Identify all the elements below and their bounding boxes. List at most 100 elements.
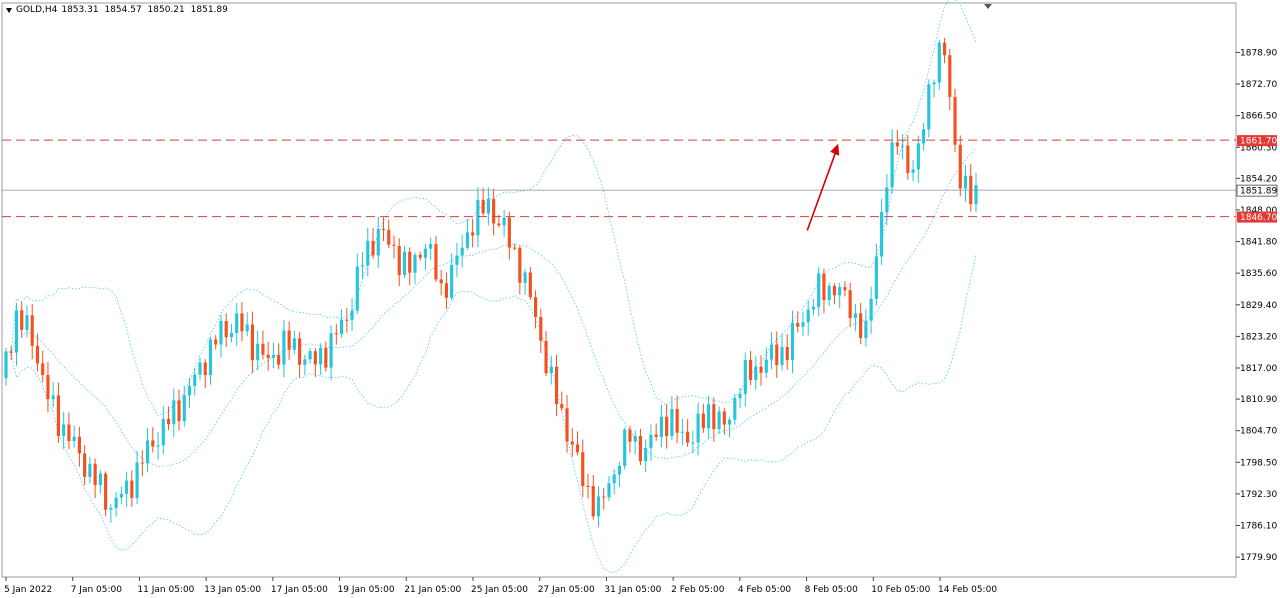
candle-bull <box>256 343 260 361</box>
y-tick-label: 1841.80 <box>1240 238 1277 248</box>
candle-bear <box>35 345 40 364</box>
candle-bear <box>602 496 606 498</box>
candle-bear <box>675 408 679 433</box>
candle-bear <box>224 320 228 338</box>
candle-bull <box>114 497 118 508</box>
candle-bull <box>623 429 627 466</box>
candle-bull <box>182 395 186 422</box>
candle-bear <box>665 416 669 437</box>
candle-bear <box>130 480 134 498</box>
candle-bull <box>596 496 601 517</box>
candle-bear <box>539 317 543 341</box>
candle-bear <box>104 473 108 510</box>
candle-bull <box>890 142 894 188</box>
candle-bear <box>345 319 349 321</box>
candle-bear <box>638 435 643 462</box>
candle-bear <box>507 217 511 248</box>
current-price-label: 1851.89 <box>1240 187 1277 197</box>
candle-bull <box>172 400 176 425</box>
candle-bull <box>691 442 695 444</box>
candle-bear <box>324 347 328 368</box>
y-tick-label: 1817.00 <box>1240 364 1277 374</box>
candle-bull <box>476 199 480 236</box>
candle-bear <box>298 338 302 365</box>
y-tick-label: 1804.70 <box>1240 427 1277 437</box>
candle-bear <box>214 339 218 345</box>
candle-bull <box>303 359 307 365</box>
candle-bear <box>9 351 13 353</box>
y-tick-label: 1786.10 <box>1240 522 1277 532</box>
candle-bull <box>707 404 711 429</box>
candle-bull <box>282 330 286 365</box>
x-tick-label: 4 Feb 05:00 <box>738 585 792 595</box>
candle-bear <box>513 247 517 249</box>
candle-bull <box>738 393 742 399</box>
candle-bull <box>460 247 464 256</box>
candle-bear <box>712 404 716 430</box>
candle-bull <box>245 324 249 332</box>
candle-bear <box>203 362 207 376</box>
candle-bear <box>722 411 726 425</box>
candle-bull <box>329 333 333 368</box>
candle-bull <box>649 434 653 449</box>
bollinger-middle-band <box>5 147 977 468</box>
candle-bull <box>366 240 370 266</box>
candle-bull <box>109 507 113 510</box>
candle-bear <box>140 462 144 464</box>
candle-bear <box>591 486 595 517</box>
price-chart[interactable]: 1878.901872.701866.501860.301854.201848.… <box>0 0 1280 598</box>
candle-bull <box>801 322 805 327</box>
candle-bear <box>492 198 496 224</box>
x-tick-label: 7 Jan 05:00 <box>71 585 123 595</box>
candle-bear <box>287 330 291 350</box>
candle-bull <box>754 366 758 381</box>
candle-bear <box>775 344 779 366</box>
candle-bull <box>455 255 459 265</box>
candle-bear <box>843 287 847 291</box>
candle-bear <box>77 436 81 454</box>
candle-bull <box>502 217 506 226</box>
y-tick-label: 1798.50 <box>1240 458 1277 468</box>
candle-bull <box>869 298 873 321</box>
candle-bull <box>198 362 202 375</box>
candle-bear <box>20 310 24 330</box>
candle-bear <box>166 418 171 425</box>
candle-bull <box>916 143 920 170</box>
candle-bear <box>471 232 475 236</box>
candle-bull <box>817 273 821 307</box>
candle-bear <box>434 244 438 280</box>
candle-bull <box>790 322 795 361</box>
candle-bear <box>387 229 391 245</box>
y-tick-label: 1835.60 <box>1240 269 1277 279</box>
candle-bear <box>334 333 338 335</box>
candle-bull <box>885 187 889 213</box>
candle-bull <box>607 483 611 498</box>
candle-bull <box>235 313 239 334</box>
candle-bear <box>822 273 826 301</box>
candle-bull <box>633 435 637 442</box>
candle-bear <box>575 444 580 453</box>
x-tick-label: 13 Jan 05:00 <box>204 585 261 595</box>
candle-bull <box>486 198 490 214</box>
candle-bull <box>429 244 433 249</box>
x-tick-label: 2 Feb 05:00 <box>671 585 725 595</box>
candle-bull <box>811 306 816 310</box>
candle-bear <box>240 313 244 332</box>
candle-bear <box>906 145 910 173</box>
candle-bull <box>423 248 428 258</box>
candle-bear <box>701 413 705 429</box>
candle-bull <box>193 374 197 387</box>
candle-bull <box>937 42 941 83</box>
candle-bull <box>549 366 553 374</box>
candle-bull <box>974 185 978 205</box>
candle-bull <box>88 463 92 477</box>
candle-bull <box>827 285 831 301</box>
candle-bull <box>901 145 905 147</box>
candle-bear <box>628 429 632 442</box>
candle-bear <box>942 42 947 56</box>
candle-bear <box>785 346 789 361</box>
level-price-label: 1861.70 <box>1240 137 1277 147</box>
candle-bull <box>465 232 469 248</box>
candle-bull <box>339 319 344 334</box>
candle-bear <box>250 324 255 361</box>
